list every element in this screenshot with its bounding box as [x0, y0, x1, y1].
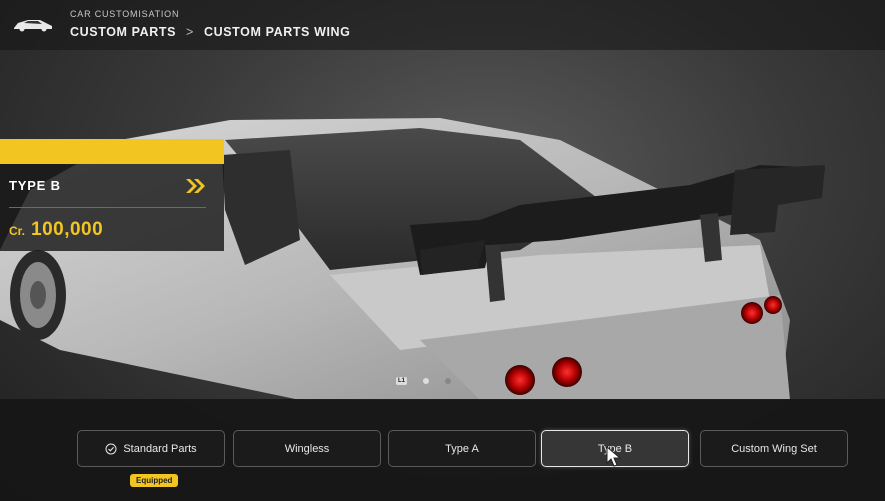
option-wingless[interactable]: Wingless	[233, 430, 381, 467]
equipped-badge: Equipped	[130, 474, 179, 487]
carousel-dot-active[interactable]	[423, 378, 430, 384]
double-chevron-right-icon[interactable]	[184, 178, 208, 194]
option-label: Standard Parts	[123, 442, 197, 455]
info-panel-accent-bar	[0, 139, 224, 164]
breadcrumb: CUSTOM PARTS > CUSTOM PARTS WING	[70, 25, 351, 39]
option-label: Wingless	[284, 442, 330, 455]
option-label: Type A	[445, 442, 479, 455]
section-subtitle: CAR CUSTOMISATION	[70, 9, 180, 19]
info-panel-body: TYPE B Cr. 100,000	[0, 164, 224, 251]
price-currency: Cr.	[9, 224, 26, 238]
car-icon	[14, 20, 52, 32]
price-value: 100,000	[31, 219, 104, 240]
breadcrumb-custom-parts-wing: CUSTOM PARTS WING	[203, 25, 351, 39]
info-divider	[9, 207, 206, 208]
l1-button[interactable]: L1	[396, 377, 408, 385]
option-label: Custom Wing Set	[731, 442, 817, 455]
option-custom-wing-set[interactable]: Custom Wing Set	[700, 430, 848, 467]
breadcrumb-separator-icon: >	[186, 25, 194, 39]
selected-part-name: TYPE B	[9, 178, 61, 193]
breadcrumb-custom-parts[interactable]: CUSTOM PARTS	[70, 25, 176, 39]
part-info-panel: TYPE B Cr. 100,000	[0, 139, 224, 251]
carousel-dot[interactable]	[445, 378, 452, 384]
check-circle-icon	[105, 443, 117, 454]
mouse-cursor-icon	[606, 446, 622, 467]
options-bar: Standard Parts Wingless Type A Type B Cu…	[0, 399, 885, 501]
part-price: Cr. 100,000	[9, 219, 103, 241]
view-carousel: L1	[396, 377, 452, 385]
header-bar: CAR CUSTOMISATION CUSTOM PARTS > CUSTOM …	[0, 0, 885, 50]
option-standard-parts[interactable]: Standard Parts	[77, 430, 225, 467]
option-type-a[interactable]: Type A	[388, 430, 536, 467]
